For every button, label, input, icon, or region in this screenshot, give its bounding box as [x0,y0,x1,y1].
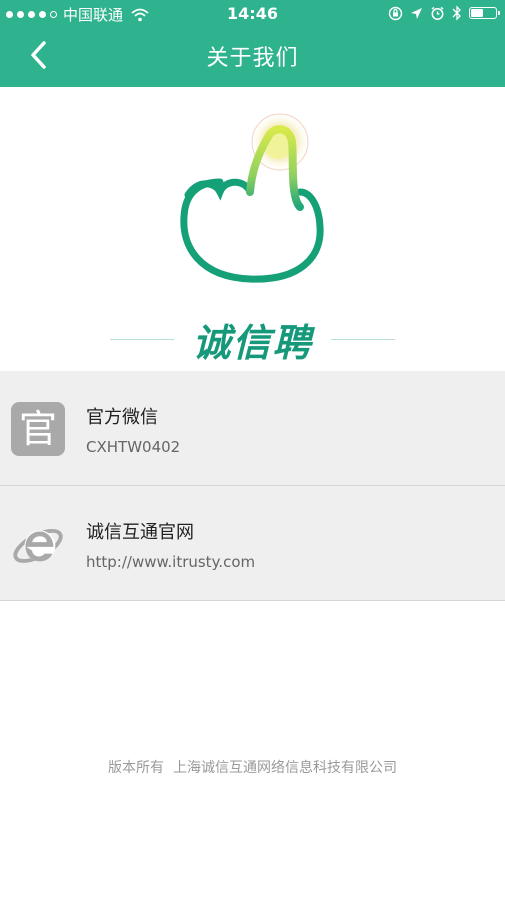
list-item-subtitle: CXHTW0402 [86,438,181,456]
copyright-text: 版本所有 上海诚信互通网络信息科技有限公司 [108,760,397,776]
battery-icon [469,7,500,19]
header-bar: 中国联通 14:46 关于我们 [0,0,505,87]
list-item-website[interactable]: 诚信互通官网 http://www.itrusty.com [0,486,505,601]
brand-divider-left [110,338,175,341]
orientation-lock-icon [388,6,403,20]
brand-row: 诚信聘 [0,312,505,367]
location-arrow-icon [411,7,422,19]
status-bar: 中国联通 14:46 [0,0,505,28]
pointing-hand-logo-icon [180,112,324,283]
alarm-clock-icon [431,6,444,20]
list-item-subtitle: http://www.itrusty.com [86,553,256,571]
brand-divider-right [330,338,395,341]
list-item-wechat[interactable]: 官 官方微信 CXHTW0402 [0,371,505,486]
bluetooth-icon [452,5,461,21]
list-item-title: 诚信互通官网 [86,522,194,543]
brand-name: 诚信聘 [192,321,313,365]
list-item-title: 官方微信 [86,407,158,428]
contact-list: 官 官方微信 CXHTW0402 诚信互通官网 http://www.itrus… [0,371,505,601]
page-title: 关于我们 [206,46,299,71]
official-badge-icon: 官 [11,402,65,456]
logo-area: 诚信聘 [0,87,505,371]
status-right [388,5,500,21]
internet-explorer-icon [11,517,65,571]
